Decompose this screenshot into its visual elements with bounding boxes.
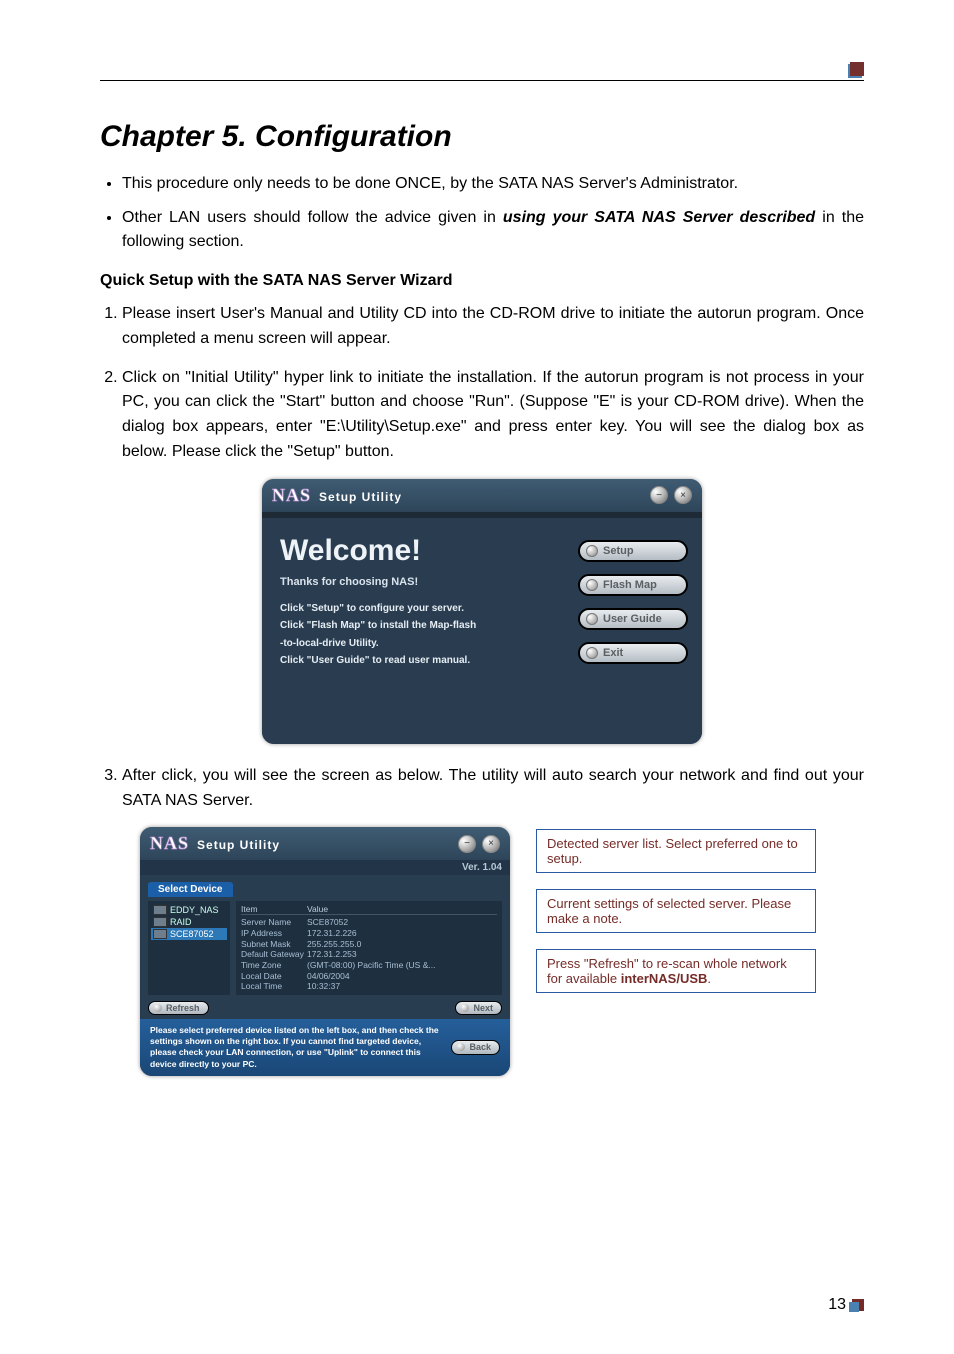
bullet-icon	[586, 613, 598, 625]
step-1: Please insert User's Manual and Utility …	[122, 302, 864, 352]
callout-refresh-post: .	[707, 971, 711, 986]
nas-logo-text-2: NAS	[150, 833, 189, 854]
userguide-button[interactable]: User Guide	[578, 608, 688, 630]
step-3: After click, you will see the screen as …	[122, 764, 864, 814]
table-row: Server NameSCE87052	[241, 917, 497, 928]
table-row: Local Time10:32:37	[241, 981, 497, 992]
bullet-2: Other LAN users should follow the advice…	[122, 206, 864, 254]
next-button-label: Next	[473, 1003, 493, 1013]
device-icon	[153, 929, 167, 939]
page-number-block: 13	[828, 1296, 864, 1314]
bullet-icon	[457, 1043, 465, 1051]
list-item[interactable]: EDDY_NAS	[151, 904, 227, 916]
bullet-2-pre: Other LAN users should follow the advice…	[122, 209, 503, 226]
footer-help-text: Please select preferred device listed on…	[150, 1025, 441, 1069]
page-number: 13	[828, 1296, 846, 1314]
figure-device-list: NAS Setup Utility − × Ver. 1.04 Select D…	[140, 827, 864, 1075]
bullet-icon	[461, 1004, 469, 1012]
back-button[interactable]: Back	[451, 1040, 500, 1056]
device-icon	[153, 917, 167, 927]
bullet-icon	[586, 647, 598, 659]
chapter-title: Chapter 5. Configuration	[100, 120, 864, 154]
flashmap-button-label: Flash Map	[603, 579, 657, 591]
back-button-label: Back	[469, 1042, 491, 1054]
intro-bullets: This procedure only needs to be done ONC…	[100, 172, 864, 254]
welcome-line-1: Click "Setup" to configure your server.	[280, 602, 578, 616]
callout-refresh-bold: interNAS/USB	[621, 971, 708, 986]
refresh-button[interactable]: Refresh	[148, 1001, 209, 1015]
table-row: Default Gateway172.31.2.253	[241, 949, 497, 960]
next-button[interactable]: Next	[455, 1001, 502, 1015]
section-heading: Quick Setup with the SATA NAS Server Wiz…	[100, 272, 864, 290]
nas-logo-text: NAS	[272, 485, 311, 506]
callout-detected-list: Detected server list. Select preferred o…	[536, 829, 816, 873]
welcome-line-2b: -to-local-drive Utility.	[280, 637, 578, 651]
flashmap-button[interactable]: Flash Map	[578, 574, 688, 596]
bullet-icon	[586, 545, 598, 557]
table-row: Local Date04/06/2004	[241, 971, 497, 982]
device-info-table: ItemValue Server NameSCE87052 IP Address…	[236, 901, 502, 995]
table-row: IP Address172.31.2.226	[241, 928, 497, 939]
minimize-icon[interactable]: −	[650, 486, 668, 504]
welcome-line-2a: Click "Flash Map" to install the Map-fla…	[280, 619, 578, 633]
list-item[interactable]: RAID	[151, 916, 227, 928]
steps-list: Please insert User's Manual and Utility …	[100, 302, 864, 465]
app-title: Setup Utility	[319, 490, 402, 504]
app-titlebar: NAS Setup Utility − ×	[262, 479, 702, 512]
figure-welcome: NAS Setup Utility − × Welcome! Thanks fo…	[262, 479, 702, 744]
version-label: Ver. 1.04	[140, 860, 510, 875]
welcome-subtitle: Thanks for choosing NAS!	[280, 576, 578, 588]
minimize-icon[interactable]: −	[458, 835, 476, 853]
device-list[interactable]: EDDY_NAS RAID SCE87052	[148, 901, 230, 995]
page-corner-mark	[852, 1299, 864, 1311]
device-name: SCE87052	[170, 929, 214, 939]
nas-logo: NAS Setup Utility	[272, 485, 402, 506]
table-row: Time Zone(GMT-08:00) Pacific Time (US &.…	[241, 960, 497, 971]
bullet-icon	[154, 1004, 162, 1012]
select-device-tab[interactable]: Select Device	[148, 882, 233, 897]
device-icon	[153, 905, 167, 915]
exit-button-label: Exit	[603, 647, 623, 659]
col-value: Value	[307, 904, 328, 914]
bullet-2-emph: using your SATA NAS Server described	[503, 209, 815, 226]
bullet-1-text: This procedure only needs to be done ONC…	[122, 175, 738, 192]
userguide-button-label: User Guide	[603, 613, 662, 625]
callout-refresh: Press "Refresh" to re-scan whole network…	[536, 949, 816, 993]
close-icon[interactable]: ×	[674, 486, 692, 504]
table-row: Subnet Mask255.255.255.0	[241, 939, 497, 950]
device-name: EDDY_NAS	[170, 905, 219, 915]
step-2: Click on "Initial Utility" hyper link to…	[122, 366, 864, 465]
app-titlebar-2: NAS Setup Utility − ×	[140, 827, 510, 860]
list-item-selected[interactable]: SCE87052	[151, 928, 227, 940]
bullet-icon	[586, 579, 598, 591]
setup-button[interactable]: Setup	[578, 540, 688, 562]
refresh-button-label: Refresh	[166, 1003, 200, 1013]
app-window-2: NAS Setup Utility − × Ver. 1.04 Select D…	[140, 827, 510, 1075]
header-rule	[100, 80, 864, 81]
steps-list-cont: After click, you will see the screen as …	[100, 764, 864, 814]
app-title-2: Setup Utility	[197, 838, 280, 852]
callout-current-settings: Current settings of selected server. Ple…	[536, 889, 816, 933]
setup-button-label: Setup	[603, 545, 634, 557]
bullet-1: This procedure only needs to be done ONC…	[122, 172, 864, 196]
exit-button[interactable]: Exit	[578, 642, 688, 664]
header-corner-mark	[850, 62, 864, 76]
welcome-line-3: Click "User Guide" to read user manual.	[280, 654, 578, 668]
nas-logo-2: NAS Setup Utility	[150, 833, 280, 854]
col-item: Item	[241, 904, 307, 914]
welcome-title: Welcome!	[280, 534, 578, 568]
device-name: RAID	[170, 917, 192, 927]
app-window: NAS Setup Utility − × Welcome! Thanks fo…	[262, 479, 702, 744]
close-icon[interactable]: ×	[482, 835, 500, 853]
